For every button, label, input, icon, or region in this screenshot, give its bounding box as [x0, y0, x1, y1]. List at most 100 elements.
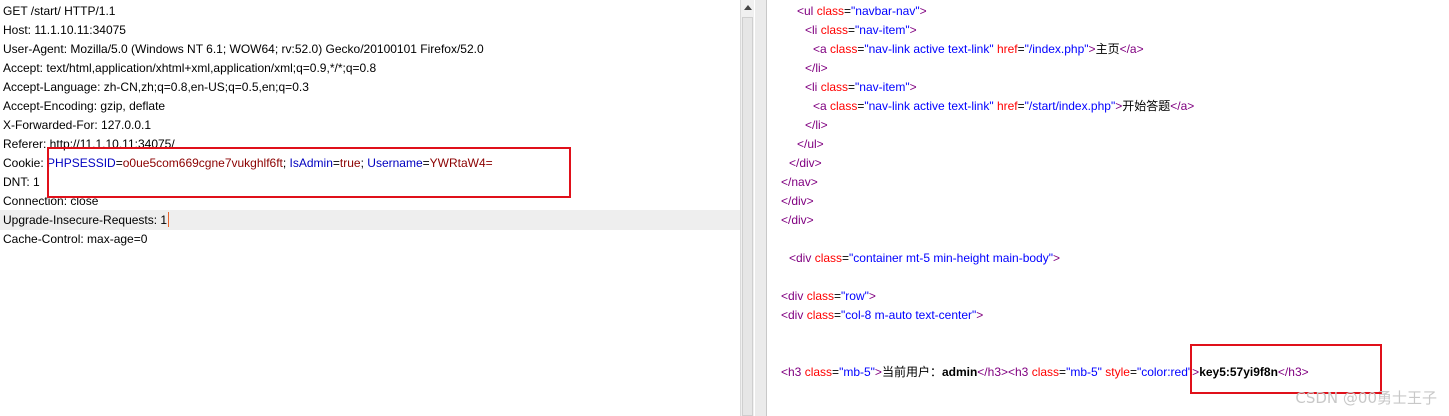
source-line: </div>	[789, 154, 822, 173]
tag-token: >	[1088, 42, 1096, 56]
eq-token: =	[844, 4, 852, 18]
source-line: </nav>	[781, 173, 818, 192]
attr-token: class	[814, 251, 843, 265]
value-token: "nav-item"	[855, 80, 910, 94]
tag-token: </h3>	[977, 365, 1008, 379]
eq-token: =	[1059, 365, 1067, 379]
host-header: Host: 11.1.10.11:34075	[3, 23, 126, 37]
source-line: <a class = "nav-link active text-link" hre…	[813, 40, 1144, 59]
tag-token: </div>	[789, 156, 822, 170]
text-token: 主页	[1095, 42, 1120, 56]
source-line: <li class="nav-item">	[805, 78, 917, 97]
attr-token: class	[806, 308, 835, 322]
request-editor[interactable]: GET /start/ HTTP/1.1 Host: 11.1.10.11:34…	[0, 0, 740, 416]
tag-token: </div>	[781, 213, 814, 227]
source-line: <a class = "nav-link active text-link" hre…	[813, 97, 1194, 116]
response-viewer[interactable]: <ul class="navbar-nav"> <li class="nav-i…	[767, 0, 1449, 416]
tag-token: >	[868, 289, 876, 303]
tag-token: <div	[781, 308, 807, 322]
tag-token: <ul	[797, 4, 817, 18]
cache-control-header: Cache-Control: max-age=0	[3, 232, 148, 246]
cookie-label: Cookie:	[3, 156, 48, 170]
user-agent-header: User-Agent: Mozilla/5.0 (Windows NT 6.1;…	[3, 42, 484, 56]
source-line: <ul class="navbar-nav">	[797, 2, 927, 21]
request-line: GET /start/ HTTP/1.1	[3, 4, 116, 18]
source-line: </li>	[805, 59, 828, 78]
tag-token: >	[919, 4, 927, 18]
dnt-header: DNT: 1	[3, 175, 40, 189]
attr-token: class	[806, 289, 835, 303]
text-token: 开始答题	[1122, 99, 1171, 113]
accept-header: Accept: text/html,application/xhtml+xml,…	[3, 61, 377, 75]
value-token: "container mt-5 min-height main-body"	[849, 251, 1053, 265]
tag-token: >	[1053, 251, 1061, 265]
tag-token: <a	[813, 99, 831, 113]
source-line: </ul>	[797, 135, 824, 154]
value-token: "navbar-nav"	[851, 4, 920, 18]
source-line: <li class="nav-item">	[805, 21, 917, 40]
attr-token: style	[1101, 365, 1130, 379]
source-line: </div>	[781, 211, 814, 230]
value-token: "nav-link active text-link"	[864, 42, 994, 56]
attr-token: class	[816, 4, 845, 18]
eq-token: =	[1017, 99, 1025, 113]
tag-token: <h3	[781, 365, 805, 379]
attr-token: class	[804, 365, 833, 379]
tag-token: </a>	[1119, 42, 1144, 56]
value-token: "mb-5"	[1066, 365, 1102, 379]
source-line: <div class="col-8 m-auto text-center">	[781, 306, 983, 325]
value-token: "nav-link active text-link"	[864, 99, 994, 113]
eq-token: =	[848, 23, 856, 37]
attr-token: class	[820, 80, 849, 94]
tag-token: </nav>	[781, 175, 818, 189]
upgrade-insecure-header: Upgrade-Insecure-Requests: 1	[3, 211, 170, 230]
source-line: </li>	[805, 116, 828, 135]
tag-token: >	[909, 23, 917, 37]
tag-token: >	[909, 80, 917, 94]
eq-token: =	[842, 251, 850, 265]
eq-token: =	[832, 365, 840, 379]
eq-token: =	[848, 80, 856, 94]
value-token: "/index.php"	[1024, 42, 1089, 56]
csdn-watermark: CSDN @00勇士王子	[1295, 389, 1437, 407]
source-line: </div>	[781, 192, 814, 211]
eq-token: =	[834, 289, 842, 303]
tag-token: </ul>	[797, 137, 824, 151]
tag-token: </a>	[1170, 99, 1195, 113]
attr-token: href	[993, 99, 1018, 113]
tag-token: </div>	[781, 194, 814, 208]
source-line: <div class="row">	[781, 287, 876, 306]
value-token: "mb-5"	[839, 365, 875, 379]
accept-encoding-header: Accept-Encoding: gzip, deflate	[3, 99, 166, 113]
tag-token: >	[976, 308, 984, 322]
upgrade-insecure-text: Upgrade-Insecure-Requests: 1	[3, 213, 168, 227]
eq-token: =	[1129, 365, 1137, 379]
tag-token: <a	[813, 42, 831, 56]
scrollbar-thumb[interactable]	[742, 17, 753, 416]
request-scrollbar[interactable]	[740, 0, 754, 416]
value-token: "/start/index.php"	[1024, 99, 1116, 113]
cookie-highlight-box	[47, 147, 571, 198]
tag-token: <li	[805, 23, 821, 37]
value-token: "color:red"	[1136, 365, 1193, 379]
eq-token: =	[1017, 42, 1025, 56]
value-token: "row"	[841, 289, 869, 303]
attr-token: class	[830, 99, 858, 113]
text-caret	[168, 212, 170, 227]
attr-token: class	[1031, 365, 1060, 379]
attr-token: href	[993, 42, 1018, 56]
value-token: "col-8 m-auto text-center"	[841, 308, 977, 322]
tag-token: </li>	[805, 118, 828, 132]
tag-token: <div	[781, 289, 807, 303]
scroll-up-arrow-icon[interactable]	[741, 0, 755, 16]
x-forwarded-for-header: X-Forwarded-For: 127.0.0.1	[3, 118, 152, 132]
attr-token: class	[820, 23, 849, 37]
value-token: "nav-item"	[855, 23, 910, 37]
tag-token: <div	[789, 251, 815, 265]
tag-token: <h3	[1008, 365, 1032, 379]
current-user-value: admin	[941, 365, 978, 379]
current-user-label: 当前用户：	[881, 365, 942, 379]
tag-token: </li>	[805, 61, 828, 75]
source-line: <div class="container mt-5 min-height ma…	[789, 249, 1060, 268]
tag-token: >	[874, 365, 882, 379]
